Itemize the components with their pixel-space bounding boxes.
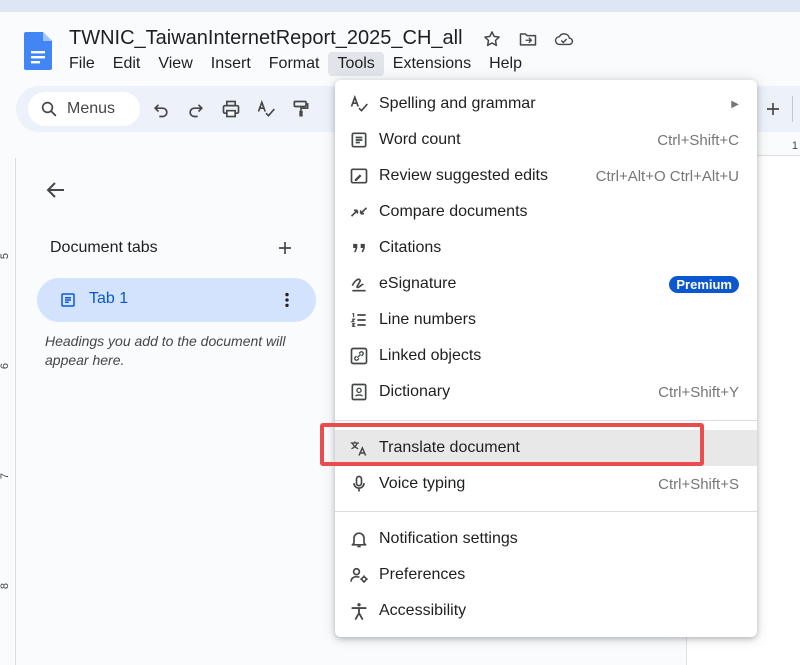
ruler-number: 8 [0, 582, 12, 590]
star-icon[interactable] [482, 29, 502, 49]
menu-view[interactable]: View [149, 52, 201, 76]
tab-label: Tab 1 [89, 290, 129, 307]
back-arrow-icon[interactable] [44, 178, 68, 202]
menu-item-voice-typing[interactable]: Voice typing Ctrl+Shift+S [335, 466, 757, 502]
menu-item-shortcut: Ctrl+Shift+Y [658, 383, 739, 401]
link-icon [349, 346, 369, 366]
quote-icon [349, 238, 369, 258]
ruler-number: 5 [0, 252, 12, 260]
menu-item-word-count[interactable]: Word count Ctrl+Shift+C [335, 122, 757, 158]
search-menus-input[interactable]: Menus [28, 92, 140, 126]
menu-divider [335, 511, 757, 512]
menu-item-esignature[interactable]: eSignature Premium [335, 266, 757, 302]
menu-item-label: Spelling and grammar [379, 95, 536, 112]
signature-icon [349, 274, 369, 294]
title-actions [482, 29, 574, 49]
add-tab-icon[interactable] [274, 237, 296, 259]
preferences-icon [349, 565, 369, 585]
search-menus-label: Menus [67, 100, 116, 117]
review-edits-icon [349, 166, 369, 186]
menu-item-preferences[interactable]: Preferences [335, 557, 757, 593]
menu-edit[interactable]: Edit [104, 52, 150, 76]
menu-item-label: Word count [379, 131, 461, 148]
zoom-plus-icon[interactable] [762, 98, 784, 120]
menu-item-spelling-grammar[interactable]: Spelling and grammar ▶ [335, 86, 757, 122]
ruler-number: 1 [791, 140, 798, 152]
spellcheck-icon [349, 94, 369, 114]
docs-logo-icon[interactable] [24, 32, 52, 70]
ruler-number: 7 [0, 472, 12, 480]
menu-item-label: Preferences [379, 566, 466, 583]
menu-item-label: Compare documents [379, 203, 528, 220]
menu-item-label: Review suggested edits [379, 167, 548, 184]
document-tabs-title: Document tabs [50, 239, 158, 256]
cloud-status-icon[interactable] [554, 29, 574, 49]
undo-icon[interactable] [150, 98, 172, 120]
menu-item-notification-settings[interactable]: Notification settings [335, 521, 757, 557]
menu-item-line-numbers[interactable]: Line numbers [335, 302, 757, 338]
search-icon [41, 101, 57, 117]
tab-document-icon [61, 293, 75, 307]
dictionary-icon [349, 382, 369, 402]
menu-item-label: eSignature [379, 275, 457, 292]
menu-file[interactable]: File [60, 52, 104, 76]
menu-item-label: Notification settings [379, 530, 518, 547]
menu-item-dictionary[interactable]: Dictionary Ctrl+Shift+Y [335, 374, 757, 410]
headings-hint: Headings you add to the document will ap… [45, 333, 286, 368]
menu-tools[interactable]: Tools [328, 52, 384, 76]
word-count-icon [349, 130, 369, 150]
menu-item-citations[interactable]: Citations [335, 230, 757, 266]
more-options-icon[interactable] [277, 290, 297, 310]
ruler-number: 6 [0, 362, 12, 370]
vertical-ruler[interactable]: 5 6 7 8 [0, 158, 16, 665]
menu-insert[interactable]: Insert [202, 52, 260, 76]
menu-divider [335, 420, 757, 421]
print-icon[interactable] [220, 98, 242, 120]
menu-item-shortcut: Ctrl+Shift+S [658, 475, 739, 493]
tools-menu: Spelling and grammar ▶ Word count Ctrl+S… [335, 80, 757, 637]
menu-item-label: Voice typing [379, 475, 466, 492]
document-title[interactable]: TWNIC_TaiwanInternetReport_2025_CH_all [69, 27, 463, 50]
bell-icon [349, 529, 369, 549]
menu-extensions[interactable]: Extensions [384, 52, 480, 76]
menu-item-label: Citations [379, 239, 442, 256]
highlight-callout-box [320, 423, 704, 466]
paint-format-icon[interactable] [290, 98, 312, 120]
menu-item-compare-documents[interactable]: Compare documents [335, 194, 757, 230]
compare-icon [349, 202, 369, 222]
redo-icon[interactable] [185, 98, 207, 120]
line-numbers-icon [349, 310, 369, 330]
menu-item-label: Accessibility [379, 602, 467, 619]
move-folder-icon[interactable] [518, 29, 538, 49]
menu-item-review-suggested-edits[interactable]: Review suggested edits Ctrl+Alt+O Ctrl+A… [335, 158, 757, 194]
menu-item-linked-objects[interactable]: Linked objects [335, 338, 757, 374]
toolbar-divider [792, 96, 793, 122]
spellcheck-toolbar-icon[interactable] [255, 98, 277, 120]
menu-item-label: Linked objects [379, 347, 482, 364]
menu-format[interactable]: Format [260, 52, 329, 76]
document-tabs-panel [20, 160, 336, 665]
menu-bar: File Edit View Insert Format Tools Exten… [60, 52, 531, 76]
menu-item-label: Line numbers [379, 311, 476, 328]
submenu-arrow-icon: ▶ [731, 98, 739, 110]
menu-item-accessibility[interactable]: Accessibility [335, 593, 757, 629]
toolbar-actions [150, 98, 312, 120]
menu-item-label: Dictionary [379, 383, 451, 400]
premium-badge: Premium [669, 275, 739, 293]
top-strip [0, 0, 800, 12]
menu-help[interactable]: Help [480, 52, 531, 76]
menu-item-shortcut: Ctrl+Alt+O Ctrl+Alt+U [595, 167, 739, 185]
microphone-icon [349, 474, 369, 494]
tab-item[interactable]: Tab 1 [37, 278, 316, 322]
menu-item-shortcut: Ctrl+Shift+C [657, 131, 739, 149]
accessibility-icon [349, 601, 369, 621]
